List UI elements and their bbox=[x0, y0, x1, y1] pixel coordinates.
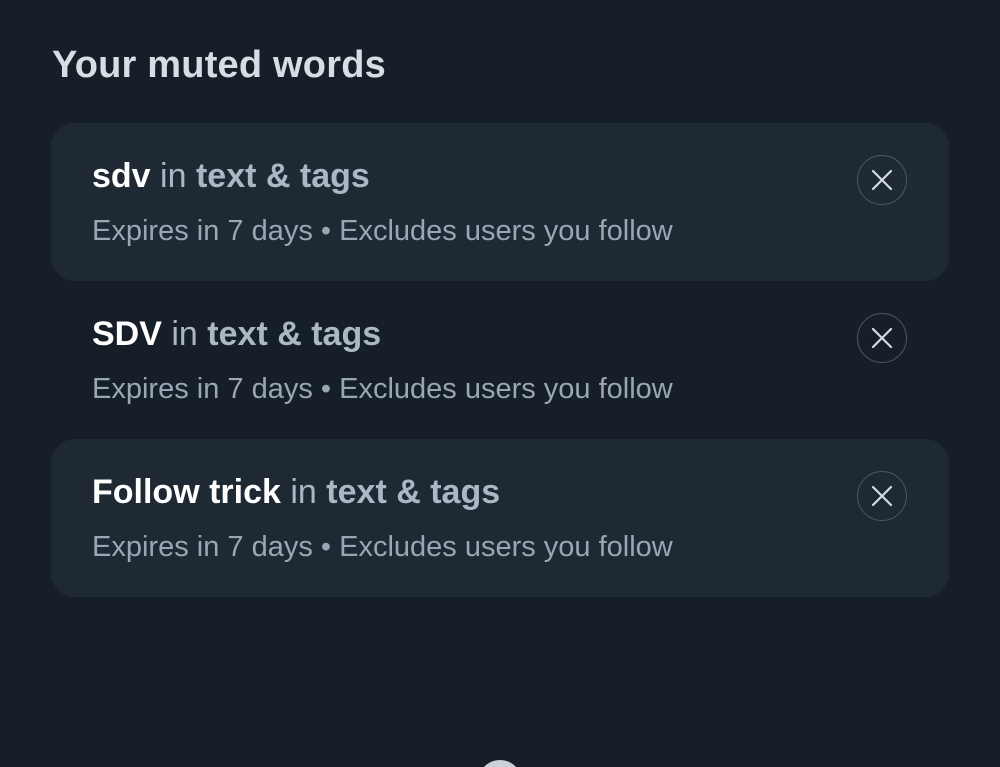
muted-word: SDV bbox=[92, 315, 162, 353]
remove-muted-word-button[interactable] bbox=[857, 155, 907, 205]
muted-word-line: Follow trick in text & tags bbox=[92, 473, 500, 512]
muted-word-item: SDV in text & tags Expires in 7 days • E… bbox=[51, 281, 949, 439]
muted-word-meta: Expires in 7 days • Excludes users you f… bbox=[92, 531, 673, 563]
close-icon bbox=[871, 327, 893, 349]
remove-muted-word-button[interactable] bbox=[857, 471, 907, 521]
muted-word-connector: in bbox=[290, 473, 317, 511]
muted-word-connector: in bbox=[160, 157, 187, 195]
scroll-handle[interactable] bbox=[478, 760, 522, 767]
muted-word: Follow trick bbox=[92, 473, 281, 511]
muted-word-line: sdv in text & tags bbox=[92, 157, 370, 196]
muted-word-target: text & tags bbox=[195, 157, 370, 195]
muted-word-meta: Expires in 7 days • Excludes users you f… bbox=[92, 215, 673, 247]
muted-word-meta: Expires in 7 days • Excludes users you f… bbox=[92, 373, 673, 405]
muted-word: sdv bbox=[92, 157, 151, 195]
muted-words-list: sdv in text & tags Expires in 7 days • E… bbox=[51, 123, 949, 597]
muted-word-connector: in bbox=[171, 315, 198, 353]
muted-word-target: text & tags bbox=[326, 473, 501, 511]
muted-word-target: text & tags bbox=[207, 315, 382, 353]
muted-words-screen: Your muted words sdv in text & tags Expi… bbox=[0, 0, 1000, 767]
close-icon bbox=[871, 169, 893, 191]
muted-word-line: SDV in text & tags bbox=[92, 315, 381, 354]
remove-muted-word-button[interactable] bbox=[857, 313, 907, 363]
page-title: Your muted words bbox=[52, 44, 386, 86]
muted-word-item: sdv in text & tags Expires in 7 days • E… bbox=[51, 123, 949, 281]
close-icon bbox=[871, 485, 893, 507]
muted-word-item: Follow trick in text & tags Expires in 7… bbox=[51, 439, 949, 597]
